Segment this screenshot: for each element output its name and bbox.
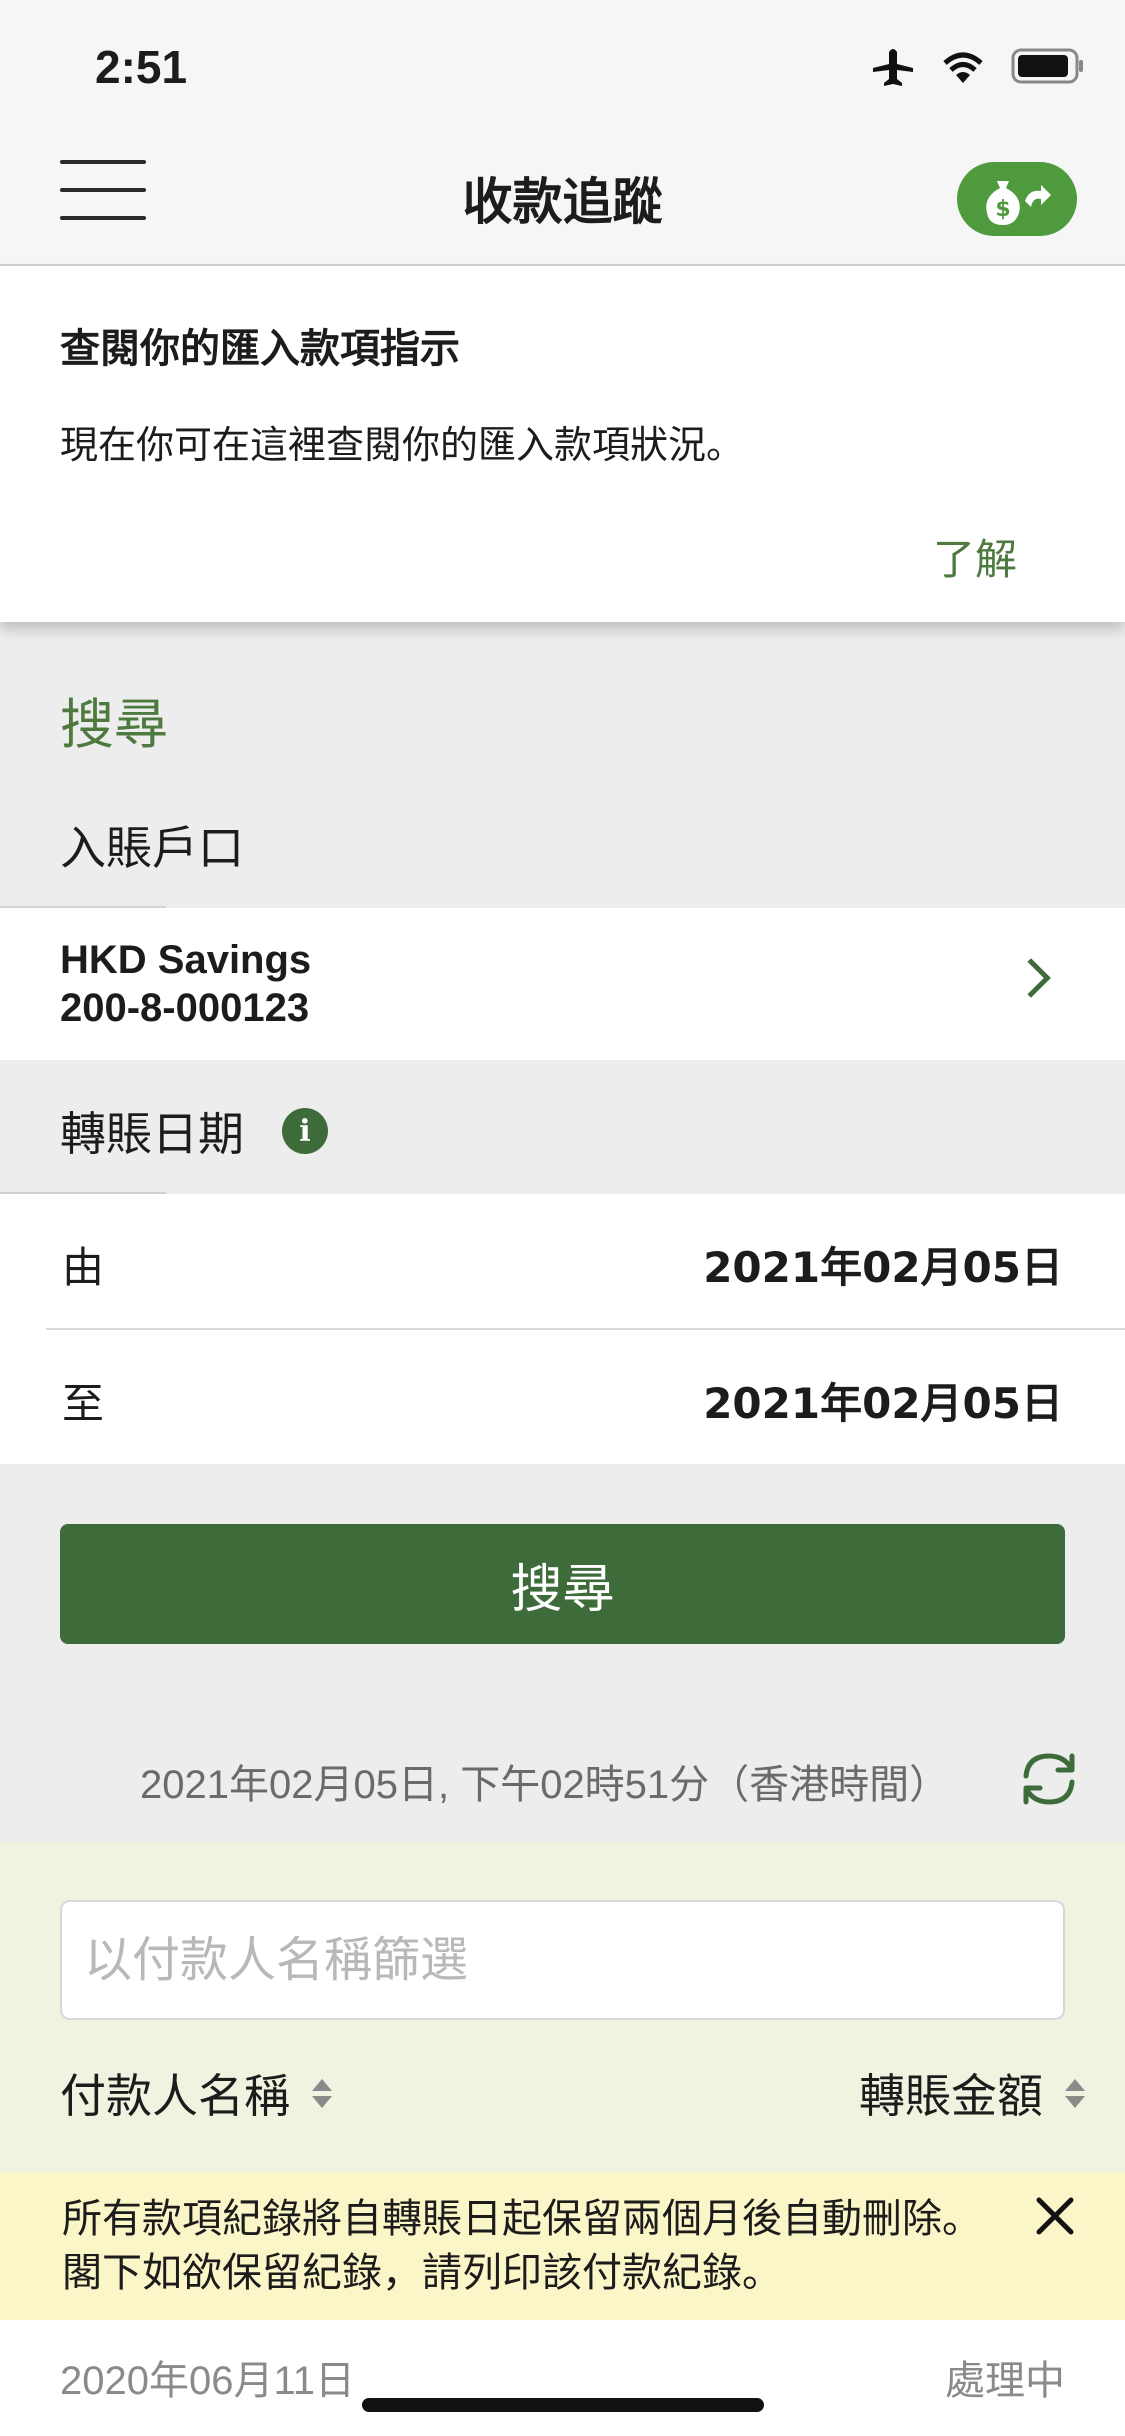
from-date-row[interactable]: 由 2021年02月05日	[0, 1194, 1125, 1328]
sort-icon	[312, 2078, 332, 2108]
to-date-value: 2021年02月05日	[703, 1379, 1063, 1428]
from-label: 由	[62, 1243, 105, 1292]
close-icon[interactable]	[1025, 2186, 1085, 2246]
to-date-row[interactable]: 至 2021年02月05日	[0, 1330, 1125, 1464]
account-label-text: 入賬戶口	[60, 821, 244, 875]
list-item[interactable]: 2020年06月11日 處理中	[0, 2320, 1125, 2436]
amount-sort-header[interactable]: 轉賬金額	[859, 2060, 1085, 2126]
money-bag-icon: $	[986, 181, 1051, 225]
record-date: 2020年06月11日	[60, 2359, 355, 2403]
tip-card: 查閱你的匯入款項指示 現在你可在這裡查閱你的匯入款項狀況。 了解	[0, 266, 1125, 622]
refresh-icon[interactable]	[1016, 1746, 1082, 1812]
tip-dismiss-button[interactable]: 了解	[933, 526, 1017, 587]
retention-notice: 所有款項紀錄將自轉賬日起保留兩個月後自動刪除。 閣下如欲保留紀錄，請列印該付款紀…	[0, 2172, 1125, 2320]
from-date-value: 2021年02月05日	[703, 1243, 1063, 1292]
info-icon[interactable]: i	[282, 1108, 328, 1154]
airplane-icon	[873, 49, 913, 86]
notice-line-2: 閣下如欲保留紀錄，請列印該付款紀錄。	[62, 2250, 782, 2296]
filter-area: 付款人名稱 轉賬金額	[0, 1842, 1125, 2172]
notice-text: 所有款項紀錄將自轉賬日起保留兩個月後自動刪除。 閣下如欲保留紀錄，請列印該付款紀…	[62, 2192, 982, 2300]
tip-title: 查閱你的匯入款項指示	[60, 326, 460, 372]
chevron-right-icon	[1011, 958, 1051, 998]
svg-text:$: $	[995, 197, 1010, 222]
search-button[interactable]: 搜尋	[60, 1524, 1065, 1644]
nav-bar: 收款追蹤 $	[0, 132, 1125, 266]
last-updated-timestamp: 2021年02月05日, 下午02時51分（香港時間）	[140, 1763, 950, 1807]
notice-line-1: 所有款項紀錄將自轉賬日起保留兩個月後自動刪除。	[62, 2196, 982, 2242]
search-heading: 搜尋	[60, 693, 168, 756]
battery-icon	[1011, 48, 1083, 84]
status-time: 2:51	[95, 41, 188, 93]
transfer-date-label: 轉賬日期 i	[60, 1098, 328, 1164]
to-label: 至	[62, 1379, 105, 1428]
account-number: 200-8-000123	[60, 986, 310, 1030]
sort-icon	[1065, 2078, 1085, 2108]
payer-name-header-label: 付款人名稱	[60, 2069, 290, 2123]
status-icons	[871, 46, 1085, 86]
home-indicator	[362, 2398, 764, 2412]
money-bag-return-button[interactable]: $	[957, 162, 1077, 236]
status-bar: 2:51	[0, 0, 1125, 132]
record-status: 處理中	[945, 2358, 1065, 2404]
date-range: 由 2021年02月05日 至 2021年02月05日	[0, 1194, 1125, 1464]
account-name: HKD Savings	[60, 938, 312, 982]
payer-name-sort-header[interactable]: 付款人名稱	[60, 2060, 332, 2126]
amount-header-label: 轉賬金額	[859, 2069, 1043, 2123]
account-label: 入賬戶口	[60, 812, 244, 878]
transfer-date-label-text: 轉賬日期	[60, 1107, 244, 1161]
tip-body: 現在你可在這裡查閱你的匯入款項狀況。	[60, 423, 745, 467]
wifi-icon	[943, 52, 983, 83]
account-selector[interactable]: HKD Savings 200-8-000123	[0, 908, 1125, 1060]
payer-filter-input[interactable]	[60, 1900, 1065, 2020]
